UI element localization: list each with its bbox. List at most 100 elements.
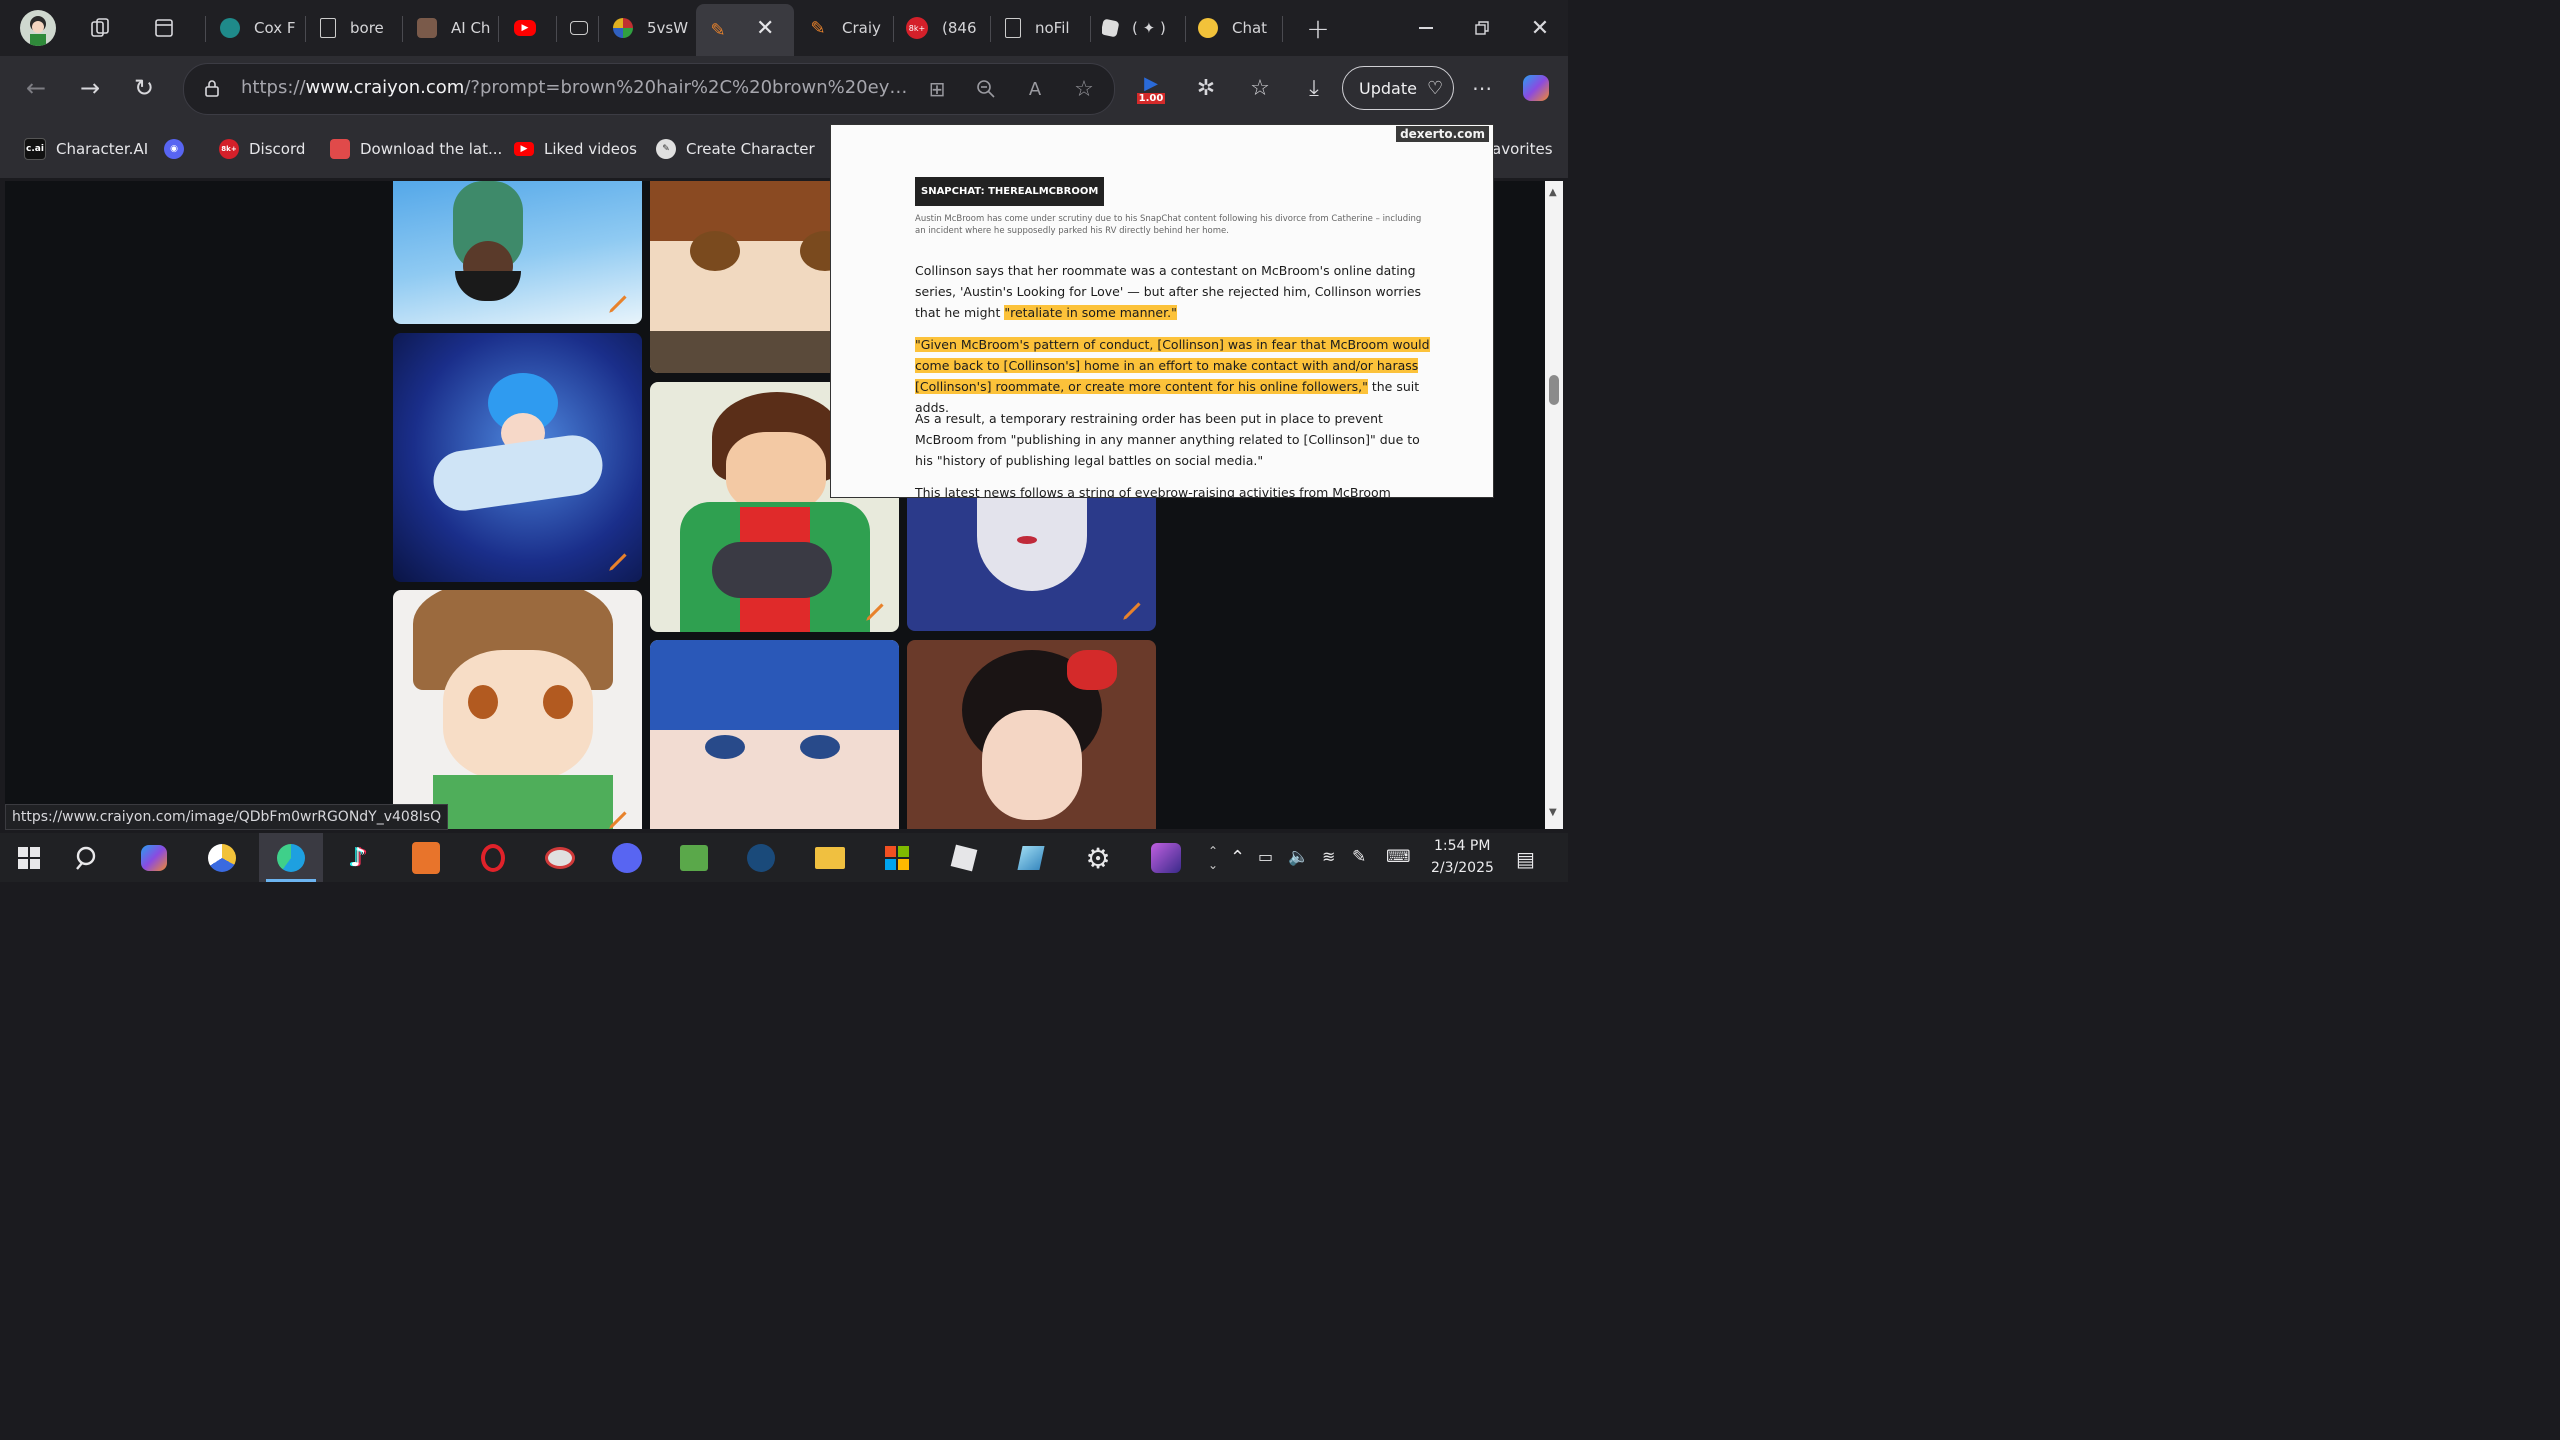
pinwheel-icon bbox=[613, 18, 633, 38]
restore-icon[interactable] bbox=[1466, 14, 1498, 42]
bookmark-download[interactable]: Download the lat... bbox=[330, 138, 502, 160]
generated-image-green-shirt-boy[interactable] bbox=[393, 590, 642, 829]
bookmark-liked-videos[interactable]: ▶ Liked videos bbox=[514, 138, 637, 160]
character-app-icon[interactable] bbox=[1148, 840, 1184, 876]
tab-craiyon-active[interactable]: ✎ ✕ bbox=[696, 4, 794, 56]
character-ai-icon: c.ai bbox=[24, 138, 46, 160]
pen-icon[interactable]: ✎ bbox=[1352, 847, 1366, 867]
copilot-icon[interactable] bbox=[1520, 72, 1552, 104]
clock-date[interactable]: 2/3/2025 bbox=[1431, 860, 1494, 876]
minimize-icon[interactable] bbox=[1410, 14, 1442, 42]
zoom-icon[interactable] bbox=[973, 76, 999, 102]
show-hidden-icons-icon[interactable]: ⌃ bbox=[1230, 847, 1245, 868]
tab-bored[interactable]: bore bbox=[320, 4, 398, 52]
edit-pencil-icon[interactable] bbox=[606, 548, 632, 574]
favorite-star-icon[interactable]: ☆ bbox=[1071, 76, 1097, 102]
tiktok-icon[interactable]: ♪ bbox=[340, 840, 376, 876]
bookmark-discord[interactable]: 8k+ Discord bbox=[219, 138, 305, 160]
tab-label: bore bbox=[350, 19, 384, 37]
tab-youtube[interactable]: ▶ bbox=[514, 4, 554, 52]
battery-icon[interactable]: ▭ bbox=[1258, 847, 1273, 866]
tab-ai-chat[interactable]: AI Ch bbox=[417, 4, 495, 52]
roblox-icon[interactable] bbox=[946, 840, 982, 876]
edit-pencil-icon[interactable] bbox=[606, 806, 632, 829]
volume-icon[interactable]: 🔈 bbox=[1288, 847, 1309, 867]
generated-image-blue-flying[interactable] bbox=[393, 333, 642, 582]
rating-badge: 1.00 bbox=[1136, 92, 1166, 104]
start-icon[interactable] bbox=[11, 840, 47, 876]
copilot-app-icon[interactable] bbox=[136, 840, 172, 876]
tab-separator bbox=[556, 16, 557, 42]
workspaces-icon[interactable] bbox=[86, 14, 114, 42]
generated-image-robot-girl[interactable] bbox=[907, 481, 1156, 631]
file-explorer-icon[interactable] bbox=[812, 840, 848, 876]
app-available-icon[interactable]: ⊞ bbox=[924, 76, 950, 102]
extensions-icon[interactable]: ✲ bbox=[1192, 74, 1220, 102]
wifi-icon[interactable]: ≋ bbox=[1322, 847, 1335, 866]
more-menu-icon[interactable]: ⋯ bbox=[1468, 74, 1496, 102]
other-favorites[interactable]: avorites bbox=[1492, 138, 1553, 160]
tab-cox[interactable]: Cox F bbox=[220, 4, 300, 52]
forward-icon[interactable]: → bbox=[74, 72, 106, 104]
edit-pencil-icon[interactable] bbox=[1120, 597, 1146, 623]
article-paragraph-1: Collinson says that her roommate was a c… bbox=[915, 260, 1431, 323]
bookmark-character-ai[interactable]: c.ai Character.AI bbox=[24, 138, 148, 160]
tab-sparkle[interactable]: ( ✦ ) bbox=[1102, 4, 1182, 52]
profile-avatar[interactable] bbox=[20, 10, 56, 46]
scroll-thumb[interactable] bbox=[1549, 375, 1559, 405]
update-button[interactable]: Update ♡ bbox=[1342, 66, 1454, 110]
generated-image-sky-boy[interactable] bbox=[393, 181, 642, 324]
edge-browser-icon[interactable] bbox=[259, 833, 323, 882]
generated-image-kimono-girl[interactable] bbox=[907, 640, 1156, 829]
bookmark-discord-icon-only[interactable]: ◉ bbox=[164, 138, 194, 160]
bookmark-label: Download the lat... bbox=[360, 140, 503, 158]
chrome-ball-icon[interactable] bbox=[204, 840, 240, 876]
image-editor-icon[interactable] bbox=[676, 840, 712, 876]
lock-icon[interactable] bbox=[200, 76, 224, 100]
tab-nofilter[interactable]: noFil bbox=[1005, 4, 1085, 52]
back-icon[interactable]: ← bbox=[20, 72, 52, 104]
news-article-overlay: dexerto.com SNAPCHAT: THEREALMCBROOM Aus… bbox=[831, 125, 1493, 497]
tab-picture[interactable] bbox=[570, 4, 610, 52]
page-scrollbar[interactable]: ▲ ▼ bbox=[1545, 181, 1563, 829]
notification-center-icon[interactable]: ▤ bbox=[1516, 847, 1535, 871]
tray-overflow-icon[interactable]: ⌃ ⌄ bbox=[1202, 834, 1224, 882]
new-tab-icon[interactable]: + bbox=[1302, 12, 1334, 45]
touch-app-icon[interactable] bbox=[408, 840, 444, 876]
generated-image-blue-hair-boy[interactable] bbox=[650, 640, 899, 829]
tab-5vsw[interactable]: 5vsW bbox=[613, 4, 693, 52]
opera-icon[interactable] bbox=[475, 840, 511, 876]
steam-icon[interactable] bbox=[743, 840, 779, 876]
scroll-down-arrow[interactable]: ▼ bbox=[1549, 807, 1557, 818]
rating-extension-icon[interactable]: ▶ 1.00 bbox=[1136, 72, 1166, 106]
tab-chat[interactable]: Chat bbox=[1198, 4, 1278, 52]
vertical-tabs-icon[interactable] bbox=[150, 14, 178, 42]
tab-label: (846 bbox=[942, 19, 977, 37]
downloads-icon[interactable]: ⤓ bbox=[1300, 74, 1328, 102]
article-paragraph-2: "Given McBroom's pattern of conduct, [Co… bbox=[915, 334, 1431, 418]
tab-label: ( ✦ ) bbox=[1132, 19, 1166, 37]
caption-tag: SNAPCHAT: THEREALMCBROOM bbox=[915, 177, 1105, 206]
edit-pencil-icon[interactable] bbox=[863, 598, 889, 624]
microsoft-store-icon[interactable] bbox=[879, 840, 915, 876]
url-text[interactable]: https://www.craiyon.com/?prompt=brown%20… bbox=[241, 77, 913, 98]
discord-app-icon[interactable] bbox=[609, 840, 645, 876]
keyboard-icon[interactable]: ⌨ bbox=[1386, 847, 1411, 867]
close-window-icon[interactable]: ✕ bbox=[1524, 12, 1556, 44]
edit-pencil-icon[interactable] bbox=[606, 290, 632, 316]
favorites-icon[interactable]: ☆ bbox=[1246, 74, 1274, 102]
read-aloud-icon[interactable]: A bbox=[1022, 76, 1048, 102]
game-app-icon[interactable] bbox=[1013, 840, 1049, 876]
scroll-up-arrow[interactable]: ▲ bbox=[1549, 187, 1557, 198]
youtube-icon: ▶ bbox=[514, 142, 534, 156]
clock-time[interactable]: 1:54 PM bbox=[1434, 838, 1490, 854]
tab-craiyon[interactable]: ✎ Craiy bbox=[808, 4, 888, 52]
refresh-icon[interactable]: ↻ bbox=[128, 72, 160, 104]
close-tab-icon[interactable]: ✕ bbox=[756, 16, 774, 41]
paint-app-icon[interactable] bbox=[542, 840, 578, 876]
bookmark-create-character[interactable]: ✎ Create Character bbox=[656, 138, 815, 160]
search-icon[interactable] bbox=[70, 840, 106, 876]
settings-gear-icon[interactable]: ⚙ bbox=[1080, 840, 1116, 876]
tab-notifications[interactable]: 8k+ (846 bbox=[906, 4, 986, 52]
flag-icon: ▶ bbox=[1144, 72, 1158, 94]
